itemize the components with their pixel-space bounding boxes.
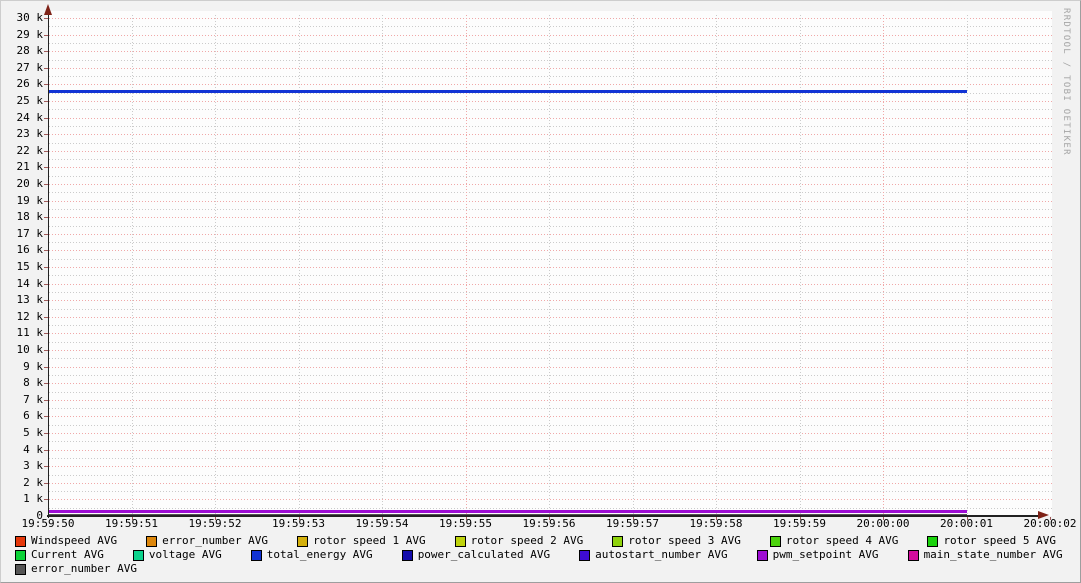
y-tick-label: 13 k — [16, 293, 44, 307]
y-tick-label: 27 k — [16, 60, 44, 74]
legend-item: error_number AVG — [146, 534, 268, 548]
legend-label: error_number AVG — [162, 534, 269, 547]
x-tick-label: 19:59:53 — [272, 517, 325, 530]
legend-item: power_calculated AVG — [401, 548, 551, 562]
x-tick-label: 19:59:50 — [21, 517, 75, 530]
legend-item: total_energy AVG — [250, 548, 373, 562]
legend-label: Current AVG — [31, 548, 104, 561]
legend-swatch — [454, 535, 466, 547]
y-tick-label: 16 k — [16, 243, 44, 257]
legend-row: Windspeed AVG error_number AVG rotor speed… — [15, 534, 1080, 548]
legend-swatch — [132, 549, 144, 561]
x-tick-label: 19:59:55 — [439, 517, 492, 530]
y-tick-label: 9 k — [23, 359, 43, 373]
legend-item: Current AVG — [15, 548, 104, 562]
legend-row: Current AVG voltage AVG total_energy AVG po… — [15, 548, 1080, 562]
y-tick-label: 6 k — [23, 409, 43, 423]
legend-label: error_number AVG — [31, 562, 137, 575]
y-tick-label: 24 k — [16, 110, 44, 124]
y-tick-label: 30 k — [16, 11, 44, 24]
x-tick-label: 19:59:57 — [606, 517, 659, 530]
legend-item: Windspeed AVG — [15, 534, 117, 548]
y-tick-label: 17 k — [16, 226, 44, 240]
legend-label: power_calculated AVG — [417, 548, 551, 561]
y-tick-label: 4 k — [23, 442, 43, 456]
legend-swatch — [15, 549, 26, 561]
legend-item: rotor speed 2 AVG — [454, 534, 584, 548]
legend-label: rotor speed 3 AVG — [628, 534, 741, 547]
legend-item: rotor speed 5 AVG — [927, 534, 1056, 548]
legend-swatch — [612, 535, 624, 547]
legend-item: rotor speed 1 AVG — [297, 534, 426, 548]
legend-swatch — [756, 549, 768, 561]
legend-swatch — [250, 549, 262, 561]
y-tick-label: 15 k — [16, 260, 44, 273]
x-tick-label: 20:00:01 — [940, 517, 993, 530]
x-tick-label: 19:59:54 — [355, 517, 409, 530]
y-tick-label: 14 k — [16, 276, 44, 290]
axis-label-layer: 30 k 29 k 28 k 27 k 26 k 25 k 24 k 23 k 22 k 21 k… — [1, 1, 1080, 582]
y-tick-label: 19 k — [16, 193, 44, 207]
rrdtool-graph: 30 k 29 k 28 k 27 k 26 k 25 k 24 k 23 k 22 k 21 k… — [0, 0, 1081, 583]
y-tick-label: 18 k — [16, 210, 44, 224]
y-tick-label: 20 k — [16, 177, 44, 190]
legend-label: Windspeed AVG — [31, 534, 118, 547]
x-tick-label: 19:59:58 — [689, 517, 743, 530]
y-tick-label: 10 k — [16, 343, 44, 356]
legend-swatch — [927, 535, 939, 547]
legend-item: autostart_number AVG — [579, 548, 728, 562]
legend-label: rotor speed 4 AVG — [785, 534, 899, 547]
y-tick-label: 2 k — [23, 475, 43, 489]
y-tick-label: 11 k — [16, 326, 44, 340]
y-tick-label: 8 k — [23, 376, 43, 390]
x-tick-label: 20:00:02 — [1023, 517, 1077, 530]
legend-item: main_state_number AVG — [907, 548, 1063, 562]
legend-label: total_energy AVG — [266, 548, 373, 561]
x-tick-label: 19:59:51 — [105, 517, 158, 530]
legend: Windspeed AVG error_number AVG rotor speed… — [15, 534, 1080, 576]
legend-item: rotor speed 3 AVG — [612, 534, 741, 548]
y-tick-label: 23 k — [16, 127, 44, 141]
y-tick-label: 3 k — [23, 459, 43, 473]
legend-swatch — [297, 535, 309, 547]
x-tick-label: 19:59:52 — [188, 517, 242, 530]
x-tick-label: 20:00:00 — [856, 517, 910, 530]
y-tick-label: 1 k — [23, 492, 43, 506]
legend-swatch — [15, 535, 26, 547]
y-tick-label: 21 k — [16, 160, 44, 174]
legend-item: error_number AVG — [15, 562, 137, 576]
legend-swatch — [579, 549, 591, 561]
legend-swatch — [15, 563, 26, 575]
legend-label: pwm_setpoint AVG — [772, 548, 879, 561]
y-tick-label: 28 k — [16, 44, 44, 58]
legend-label: main_state_number AVG — [923, 548, 1063, 561]
legend-swatch — [907, 549, 919, 561]
y-tick-label: 12 k — [16, 309, 44, 323]
legend-label: voltage AVG — [148, 548, 222, 561]
x-tick-label: 19:59:59 — [773, 517, 826, 530]
legend-label: rotor speed 1 AVG — [313, 534, 426, 547]
legend-label: rotor speed 5 AVG — [943, 534, 1057, 547]
legend-swatch — [401, 549, 413, 561]
legend-label: rotor speed 2 AVG — [470, 534, 584, 547]
y-tick-label: 7 k — [23, 392, 43, 406]
x-tick-label: 19:59:56 — [522, 517, 576, 530]
y-tick-label: 5 k — [23, 426, 43, 439]
y-tick-label: 25 k — [16, 94, 44, 107]
legend-label: autostart_number AVG — [595, 548, 728, 561]
legend-swatch — [769, 535, 781, 547]
legend-item: voltage AVG — [132, 548, 222, 562]
legend-item: rotor speed 4 AVG — [769, 534, 899, 548]
legend-row: error_number AVG — [15, 562, 1080, 576]
legend-swatch — [146, 535, 158, 547]
legend-item: pwm_setpoint AVG — [756, 548, 879, 562]
y-tick-label: 29 k — [16, 27, 44, 41]
watermark: RRDTOOL / TOBI OETIKER — [1061, 8, 1071, 156]
y-tick-label: 26 k — [16, 77, 44, 91]
y-tick-label: 22 k — [16, 143, 44, 157]
